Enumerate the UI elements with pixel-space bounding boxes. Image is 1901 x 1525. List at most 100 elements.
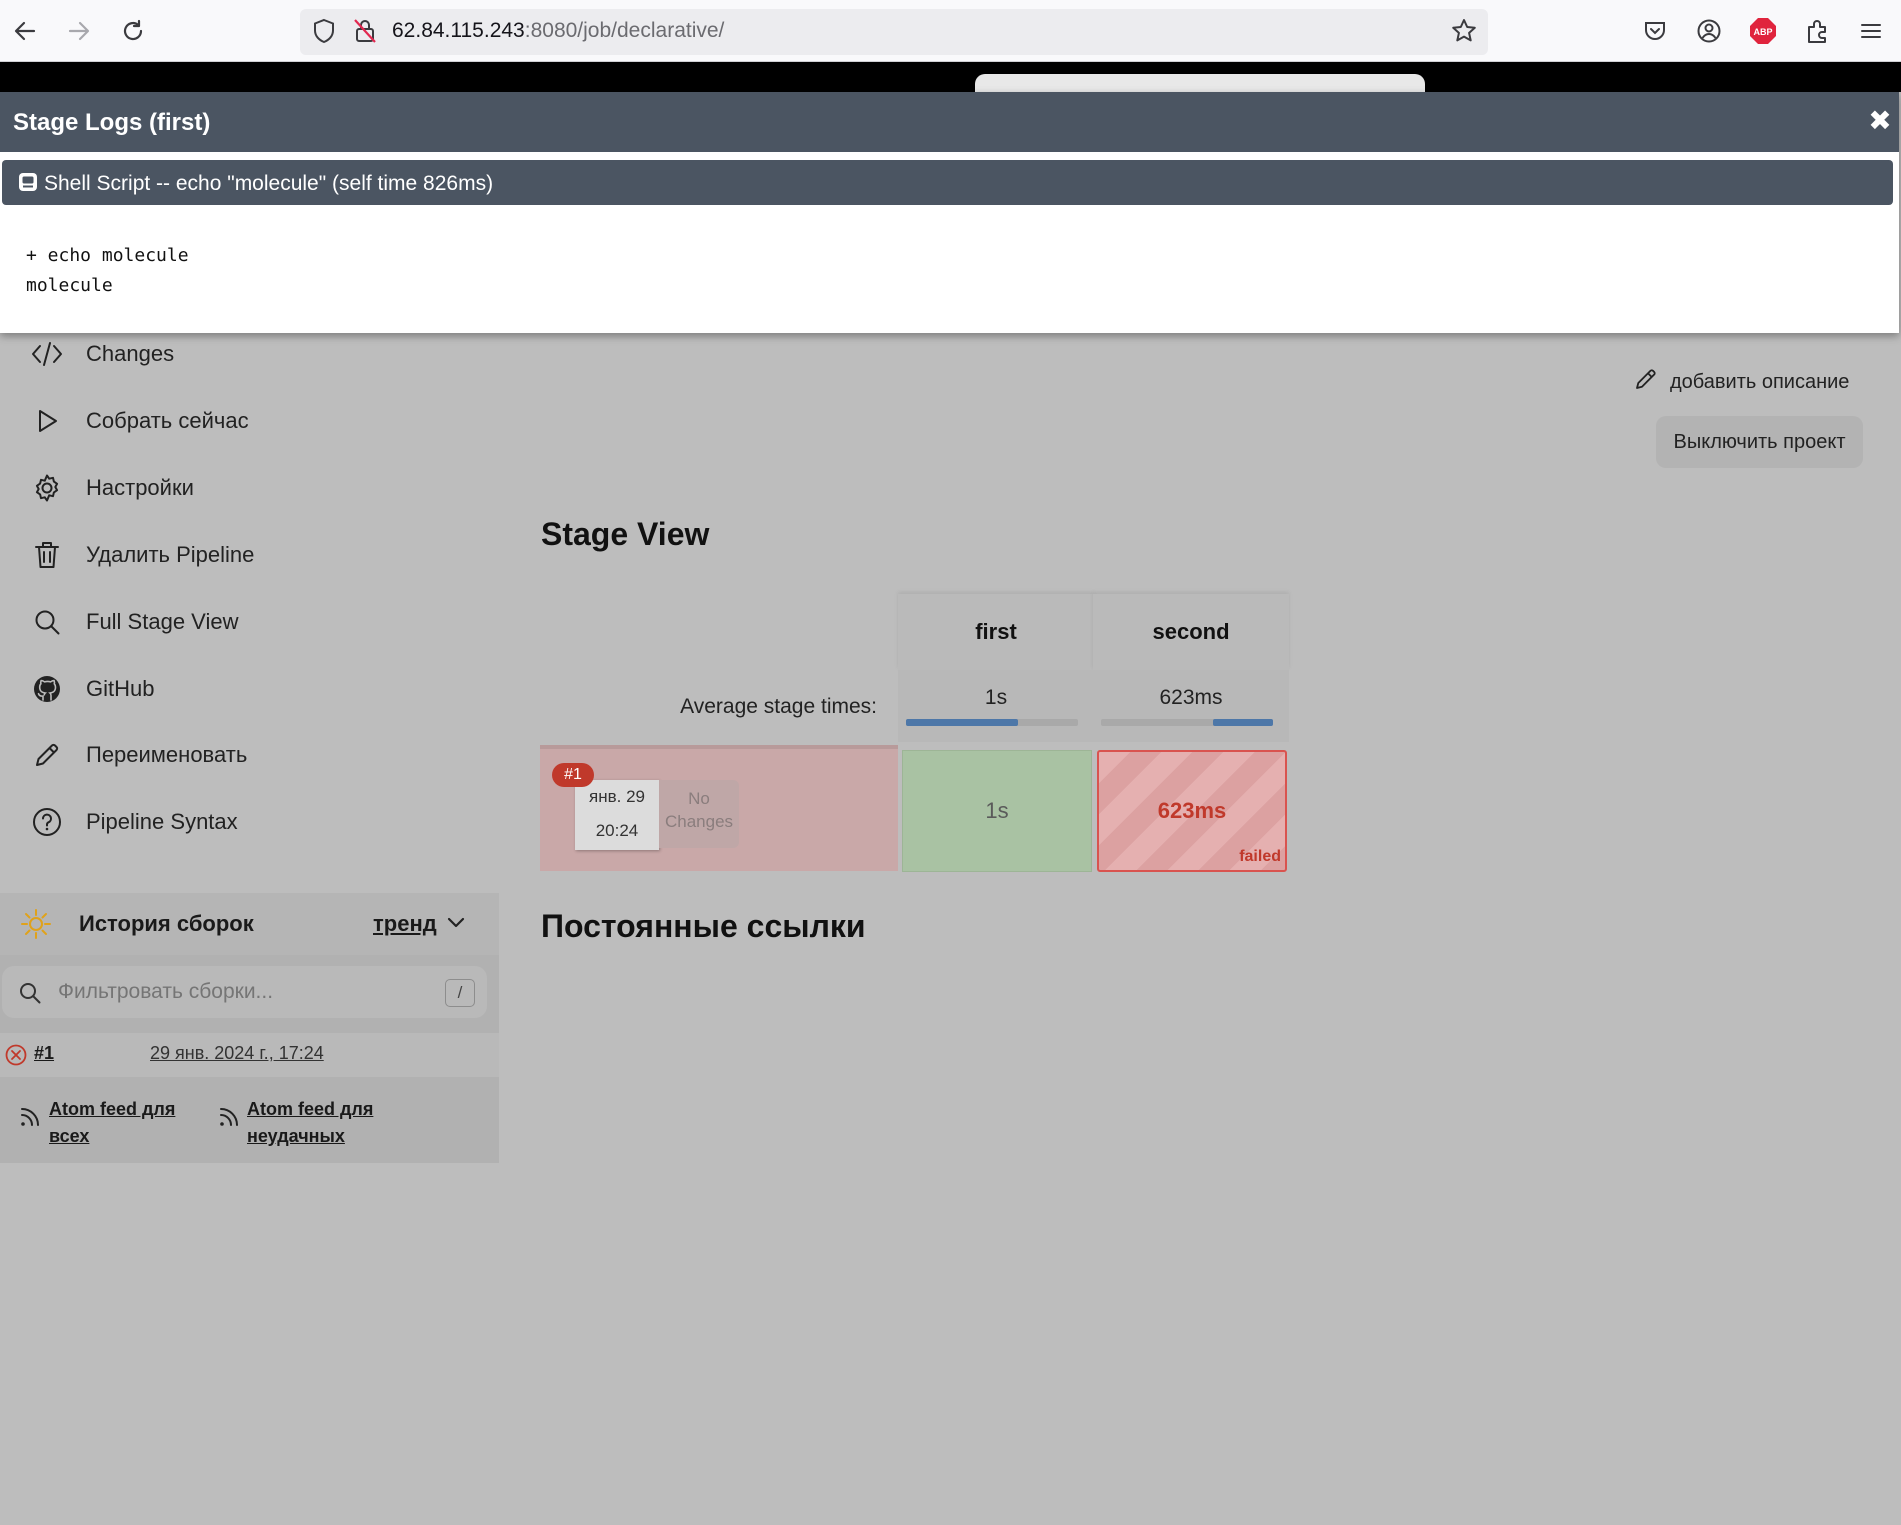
feed-all-line1: Atom feed для xyxy=(49,1099,176,1119)
log-line: molecule xyxy=(26,275,113,296)
sidebar-item-label: GitHub xyxy=(86,676,155,701)
build-history-title: История сборок xyxy=(79,911,254,936)
average-label-text: Average stage times: xyxy=(680,695,877,718)
jenkins-search-box[interactable] xyxy=(975,74,1425,94)
bookmark-star-icon[interactable] xyxy=(1449,16,1479,46)
feed-failed-line2: неудачных xyxy=(247,1126,345,1146)
sun-icon xyxy=(20,908,52,945)
build-filter-input[interactable] xyxy=(58,980,428,1004)
sidebar-item-label: Changes xyxy=(86,341,175,366)
modal-header: Stage Logs (first) ✖ xyxy=(0,92,1899,152)
extensions-icon[interactable] xyxy=(1802,16,1832,46)
sidebar-item-full-stage-view[interactable]: Full Stage View xyxy=(30,602,238,642)
account-icon[interactable] xyxy=(1694,16,1724,46)
stage-cell-failed[interactable]: 623ms failed xyxy=(1097,750,1287,872)
avg-time-value: 1s xyxy=(984,686,1008,709)
github-icon xyxy=(30,672,64,706)
rss-icon xyxy=(217,1105,241,1134)
trash-icon xyxy=(30,538,64,572)
build-history-panel: История сборок тренд / #1 29 янв. 2024 г… xyxy=(0,893,499,1163)
pencil-icon xyxy=(1634,367,1658,397)
search-icon xyxy=(18,981,42,1010)
run-changes-line1: No xyxy=(688,789,710,808)
avg-time-cell-first: 1s xyxy=(898,670,1094,742)
sidebar-item-label: Переименовать xyxy=(86,742,248,767)
stage-view-title: Stage View xyxy=(541,516,710,552)
sidebar-item-github[interactable]: GitHub xyxy=(30,669,154,709)
gear-icon xyxy=(30,471,64,505)
forward-icon[interactable] xyxy=(62,14,96,48)
build-row[interactable]: #1 29 янв. 2024 г., 17:24 xyxy=(0,1033,499,1077)
run-time: 20:24 xyxy=(595,821,639,840)
run-changes-line2: Changes xyxy=(664,812,734,831)
stage-header-second: second xyxy=(1093,594,1289,670)
run-changes-box: No Changes xyxy=(659,780,739,848)
atom-feed-all-link[interactable]: Atom feed для всех xyxy=(49,1096,175,1150)
failed-tag: failed xyxy=(1239,848,1281,865)
build-number-link[interactable]: #1 xyxy=(34,1043,54,1064)
permalinks-title: Постоянные ссылки xyxy=(541,908,866,944)
log-line: + echo molecule xyxy=(26,245,189,266)
log-step-header[interactable]: Shell Script -- echo "molecule" (self ti… xyxy=(2,160,1893,205)
log-step-title: Shell Script -- echo "molecule" (self ti… xyxy=(44,172,494,195)
disable-project-button[interactable]: Выключить проект xyxy=(1656,416,1863,468)
close-icon[interactable]: ✖ xyxy=(1866,105,1894,136)
avg-time-bar xyxy=(906,719,1018,726)
url-text[interactable]: 62.84.115.243:8080/job/declarative/ xyxy=(392,19,724,43)
sidebar-item-rename[interactable]: Переименовать xyxy=(30,735,247,775)
back-icon[interactable] xyxy=(8,14,42,48)
add-description-label: добавить описание xyxy=(1670,370,1850,393)
sidebar-item-label: Pipeline Syntax xyxy=(86,809,238,834)
rss-icon xyxy=(18,1105,42,1134)
atom-feed-failed-link[interactable]: Atom feed для неудачных xyxy=(247,1096,373,1150)
sidebar-item-label: Собрать сейчас xyxy=(86,408,249,433)
feed-all-line2: всех xyxy=(49,1126,90,1146)
build-run-row[interactable]: янв. 29 20:24 No Changes #1 xyxy=(540,745,898,871)
help-icon xyxy=(30,805,64,839)
search-icon xyxy=(30,605,64,639)
avg-time-value: 623ms xyxy=(1159,686,1223,709)
run-number-badge[interactable]: #1 xyxy=(552,763,594,787)
adblock-icon[interactable]: ABP xyxy=(1748,16,1778,46)
adblock-label: ABP xyxy=(1753,27,1772,37)
build-filter-box[interactable]: / xyxy=(2,966,487,1018)
sidebar-item-pipeline-syntax[interactable]: Pipeline Syntax xyxy=(30,802,238,842)
pencil-icon xyxy=(30,738,64,772)
stage-cell-duration: 1s xyxy=(985,798,1009,823)
avg-time-bar xyxy=(1212,719,1273,726)
sidebar-item-settings[interactable]: Настройки xyxy=(30,468,194,508)
chevron-down-icon[interactable] xyxy=(446,915,466,936)
sidebar-item-label: Full Stage View xyxy=(86,609,239,634)
sidebar-item-label: Удалить Pipeline xyxy=(86,542,255,567)
insecure-lock-icon[interactable] xyxy=(350,16,380,46)
url-path: :8080/job/declarative/ xyxy=(524,19,725,42)
run-date-box[interactable]: янв. 29 20:24 xyxy=(575,780,659,850)
reload-icon[interactable] xyxy=(116,14,150,48)
add-description-link[interactable]: добавить описание xyxy=(1634,367,1849,397)
pocket-icon[interactable] xyxy=(1640,16,1670,46)
filter-shortcut-key: / xyxy=(445,979,475,1007)
sidebar-item-changes[interactable]: Changes xyxy=(30,334,174,374)
menu-icon[interactable] xyxy=(1856,16,1886,46)
trend-link[interactable]: тренд xyxy=(373,911,437,937)
sidebar-item-build-now[interactable]: Собрать сейчас xyxy=(30,401,249,441)
stage-cell-success[interactable]: 1s xyxy=(902,750,1092,872)
failed-status-icon xyxy=(5,1044,27,1071)
log-output: + echo molecule molecule xyxy=(26,241,189,301)
code-icon xyxy=(30,337,64,371)
feed-failed-line1: Atom feed для xyxy=(247,1099,374,1119)
terminal-icon xyxy=(18,172,38,192)
modal-title: Stage Logs (first) xyxy=(13,109,211,136)
play-icon xyxy=(30,404,64,438)
avg-time-track xyxy=(1101,719,1273,726)
url-host: 62.84.115.243 xyxy=(392,19,525,42)
avg-time-track xyxy=(906,719,1078,726)
sidebar-item-label: Настройки xyxy=(86,475,194,500)
jenkins-header xyxy=(0,62,1901,92)
shield-icon[interactable] xyxy=(309,16,339,46)
stage-header-first: first xyxy=(898,594,1094,670)
stage-cell-duration: 623ms xyxy=(1157,798,1227,823)
build-date-link[interactable]: 29 янв. 2024 г., 17:24 xyxy=(150,1043,324,1064)
sidebar-item-delete-pipeline[interactable]: Удалить Pipeline xyxy=(30,535,254,575)
browser-toolbar: 62.84.115.243:8080/job/declarative/ ABP xyxy=(0,0,1901,62)
